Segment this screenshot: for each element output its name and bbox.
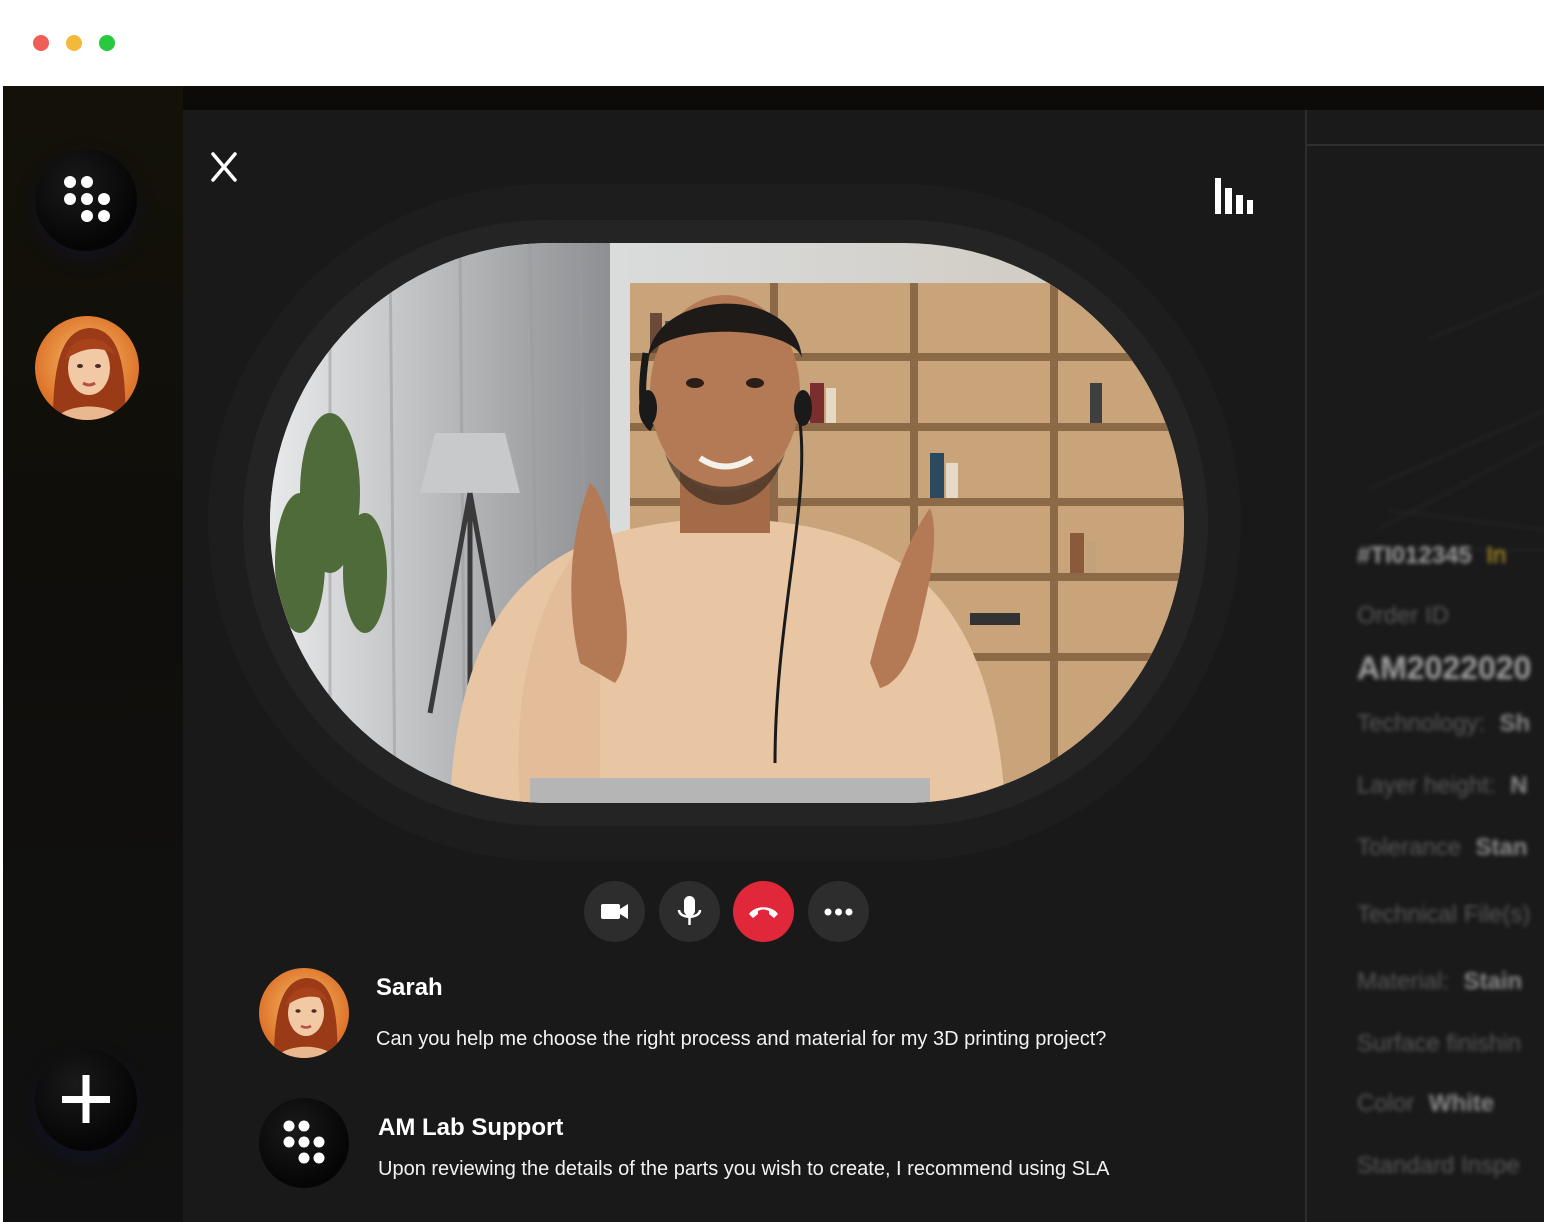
layer-height-row: Layer height: N: [1357, 772, 1528, 800]
order-details-panel: #TI012345 In Order ID AM2022020 Technolo…: [1305, 110, 1544, 1222]
message-text: Can you help me choose the right process…: [376, 1028, 1107, 1050]
message-sender: AM Lab Support: [378, 1114, 564, 1141]
ticket-id: #TI012345: [1357, 542, 1472, 569]
call-controls: [183, 880, 1305, 942]
message-text: Upon reviewing the details of the parts …: [378, 1158, 1110, 1180]
window-titlebar: [0, 0, 1544, 86]
avatar-sarah: [259, 968, 349, 1058]
status-badge: In: [1486, 542, 1507, 569]
ticket-id-line: #TI012345 In: [1357, 542, 1506, 570]
color-label: Color: [1357, 1090, 1415, 1117]
app-window: Sarah Can you help me choose the right p…: [3, 86, 1544, 1222]
window-maximize-button[interactable]: [99, 35, 115, 51]
add-button[interactable]: [35, 1049, 137, 1151]
tolerance-label: Tolerance: [1357, 834, 1462, 861]
message-avatar-sarah: [259, 968, 349, 1058]
microphone-toggle-button[interactable]: [659, 881, 720, 942]
order-id-label: Order ID: [1357, 602, 1450, 629]
order-id-value: AM2022020: [1357, 650, 1532, 686]
avatar-sarah: [35, 316, 139, 420]
message-sender: Sarah: [376, 974, 443, 1001]
window-minimize-button[interactable]: [66, 35, 82, 51]
call-area: Sarah Can you help me choose the right p…: [183, 110, 1305, 1222]
microphone-icon: [677, 896, 702, 925]
technical-files-label: Technical File(s): [1357, 901, 1531, 928]
dots-logo-icon: [283, 1120, 325, 1164]
tolerance-row: Tolerance Stan: [1357, 834, 1528, 862]
remote-video-image: [270, 243, 1184, 803]
message-avatar-support: [259, 1098, 349, 1188]
contact-avatar-sarah[interactable]: [35, 316, 139, 420]
standard-inspection-label: Standard Inspe: [1357, 1152, 1520, 1179]
video-camera-icon: [601, 904, 628, 919]
phone-hangup-icon: [749, 907, 778, 918]
window-close-button[interactable]: [33, 35, 49, 51]
more-options-button[interactable]: [808, 881, 869, 942]
technology-label: Technology:: [1357, 710, 1486, 737]
color-row: Color White: [1357, 1090, 1494, 1118]
sidebar: [3, 86, 183, 1222]
close-icon: [211, 152, 237, 182]
technology-value: Sh: [1499, 710, 1531, 737]
camera-toggle-button[interactable]: [584, 881, 645, 942]
bar-chart-icon: [1215, 178, 1253, 214]
more-dots-icon: [824, 908, 853, 916]
end-call-button[interactable]: [733, 881, 794, 942]
technology-row: Technology: Sh: [1357, 710, 1530, 738]
stats-button[interactable]: [1215, 178, 1255, 216]
surface-finishing-label: Surface finishin: [1357, 1030, 1522, 1057]
order-details-content: #TI012345 In Order ID AM2022020 Technolo…: [1307, 110, 1544, 1222]
plus-icon: [62, 1075, 110, 1123]
close-call-view-button[interactable]: [209, 150, 239, 184]
material-value: Stain: [1463, 968, 1523, 995]
layer-height-label: Layer height:: [1357, 772, 1496, 799]
tolerance-value: Stan: [1475, 834, 1528, 861]
home-button[interactable]: [35, 149, 137, 251]
material-row: Material: Stain: [1357, 968, 1522, 996]
layer-height-value: N: [1510, 772, 1528, 799]
remote-video: [270, 243, 1184, 803]
dots-logo-icon: [64, 176, 110, 222]
material-label: Material:: [1357, 968, 1450, 995]
color-value: White: [1428, 1090, 1495, 1117]
